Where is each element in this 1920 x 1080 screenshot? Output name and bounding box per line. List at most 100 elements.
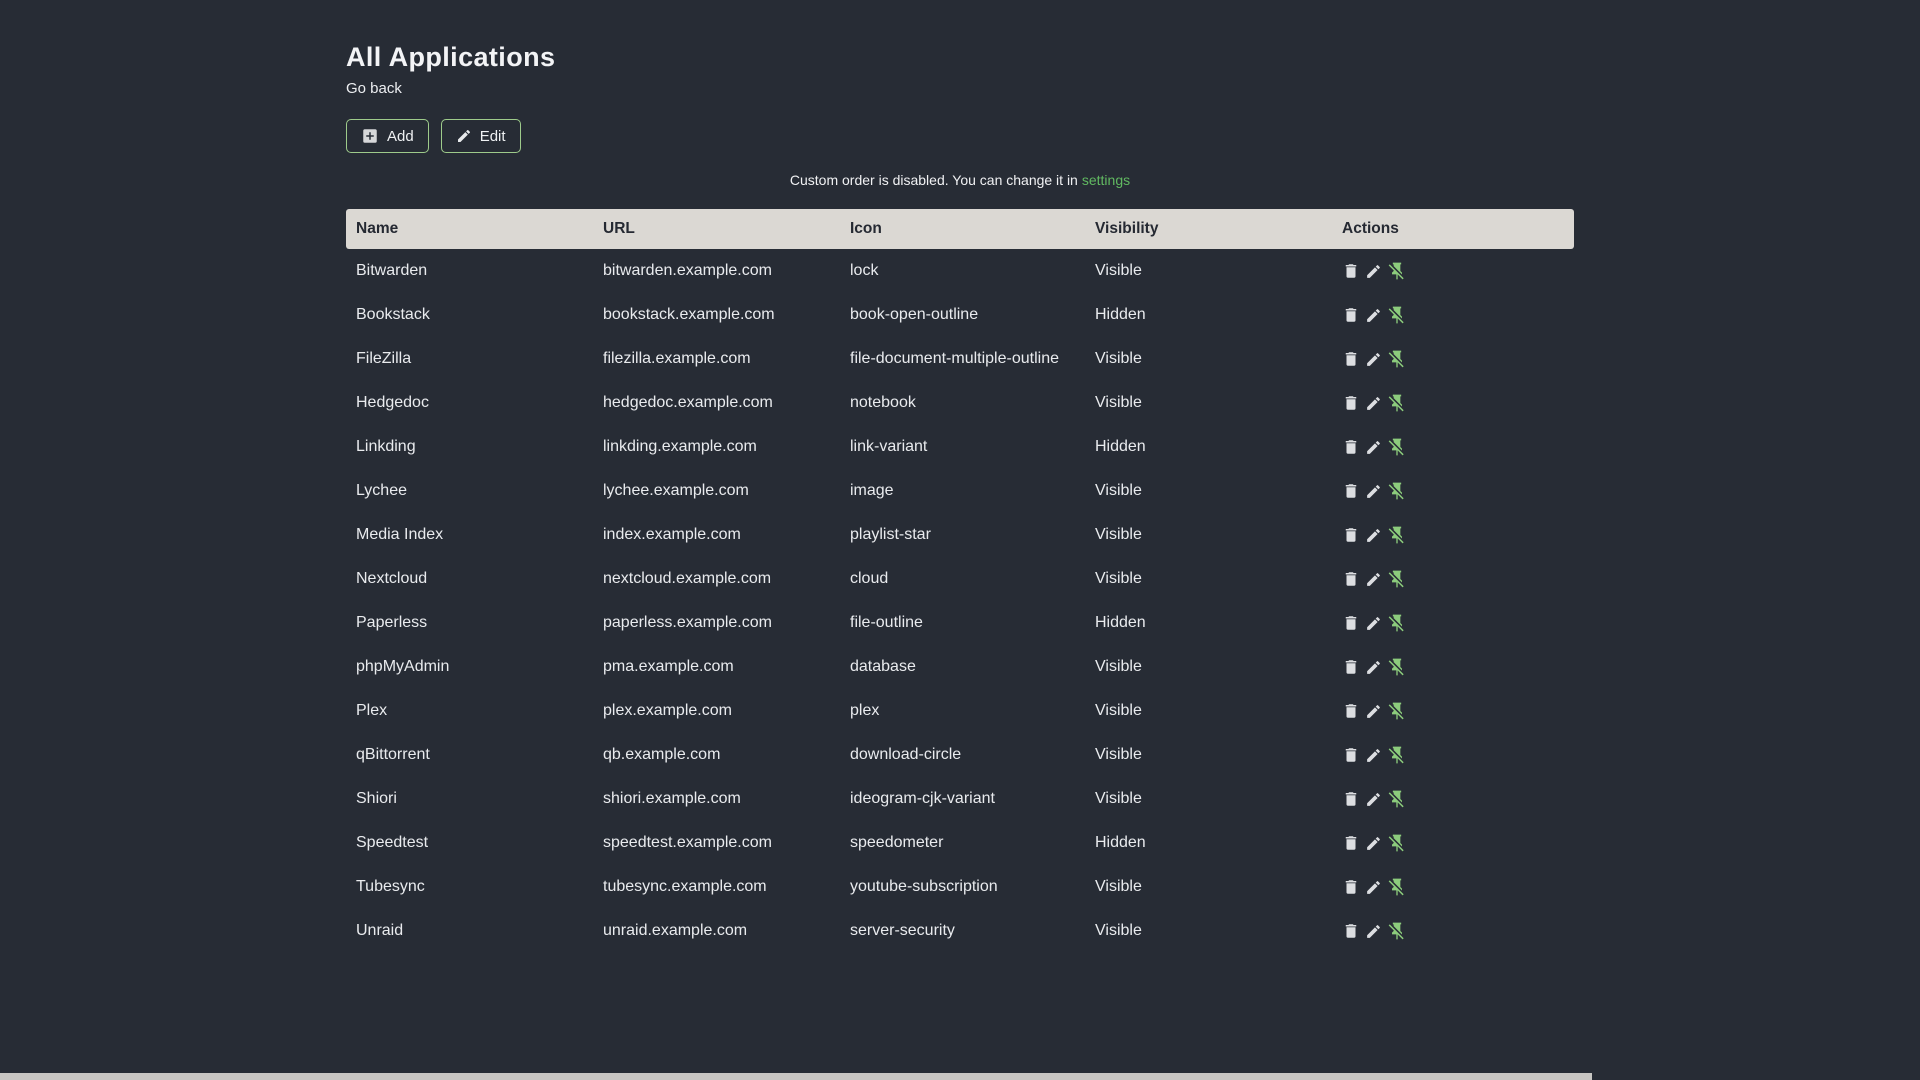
edit-row-button[interactable] [1365, 351, 1382, 368]
settings-link[interactable]: settings [1082, 172, 1130, 188]
app-name-cell: Shiori [356, 790, 397, 807]
unpin-button[interactable] [1387, 921, 1407, 941]
edit-row-button[interactable] [1365, 395, 1382, 412]
delete-button[interactable] [1342, 702, 1360, 720]
unpin-button[interactable] [1387, 481, 1407, 501]
edit-row-button[interactable] [1365, 439, 1382, 456]
edit-row-button[interactable] [1365, 659, 1382, 676]
edit-button-label: Edit [479, 127, 506, 145]
delete-button[interactable] [1342, 350, 1360, 368]
edit-row-button[interactable] [1365, 571, 1382, 588]
app-name-cell: Media Index [356, 526, 444, 543]
trash-icon [1342, 350, 1360, 368]
edit-row-button[interactable] [1365, 527, 1382, 544]
edit-button[interactable]: Edit [440, 119, 521, 153]
app-url-cell: linkding.example.com [603, 438, 757, 455]
pencil-icon [1365, 835, 1382, 852]
pin-off-icon [1387, 833, 1407, 853]
app-url-cell: tubesync.example.com [603, 878, 767, 895]
go-back-link[interactable]: Go back [346, 80, 402, 97]
trash-icon [1342, 394, 1360, 412]
edit-row-button[interactable] [1365, 703, 1382, 720]
app-icon-name-cell: lock [850, 262, 879, 279]
app-name-cell: phpMyAdmin [356, 658, 450, 675]
edit-row-button[interactable] [1365, 747, 1382, 764]
unpin-button[interactable] [1387, 569, 1407, 589]
delete-button[interactable] [1342, 922, 1360, 940]
pencil-icon [1365, 659, 1382, 676]
app-visibility-cell: Visible [1095, 526, 1142, 543]
add-button-label: Add [387, 127, 414, 145]
pin-off-icon [1387, 261, 1407, 281]
pin-off-icon [1387, 393, 1407, 413]
app-url-cell: bookstack.example.com [603, 306, 775, 323]
unpin-button[interactable] [1387, 657, 1407, 677]
unpin-button[interactable] [1387, 701, 1407, 721]
unpin-button[interactable] [1387, 349, 1407, 369]
delete-button[interactable] [1342, 394, 1360, 412]
edit-row-button[interactable] [1365, 483, 1382, 500]
pin-off-icon [1387, 525, 1407, 545]
app-url-cell: plex.example.com [603, 702, 732, 719]
app-name-cell: Unraid [356, 922, 404, 939]
edit-row-button[interactable] [1365, 307, 1382, 324]
delete-button[interactable] [1342, 438, 1360, 456]
unpin-button[interactable] [1387, 789, 1407, 809]
trash-icon [1342, 570, 1360, 588]
delete-button[interactable] [1342, 570, 1360, 588]
pencil-icon [456, 128, 472, 144]
add-button[interactable]: Add [346, 119, 429, 153]
unpin-button[interactable] [1387, 393, 1407, 413]
table-row: Tubesync tubesync.example.com youtube-su… [346, 865, 1574, 909]
app-visibility-cell: Visible [1095, 702, 1142, 719]
edit-row-button[interactable] [1365, 263, 1382, 280]
delete-button[interactable] [1342, 482, 1360, 500]
pencil-icon [1365, 791, 1382, 808]
app-url-cell: nextcloud.example.com [603, 570, 772, 587]
table-header-row: Name URL Icon Visibility Actions [346, 209, 1574, 249]
unpin-button[interactable] [1387, 261, 1407, 281]
table-row: phpMyAdmin pma.example.com database Visi… [346, 645, 1574, 689]
unpin-button[interactable] [1387, 305, 1407, 325]
app-visibility-cell: Hidden [1095, 614, 1146, 631]
pin-off-icon [1387, 481, 1407, 501]
pencil-icon [1365, 923, 1382, 940]
unpin-button[interactable] [1387, 437, 1407, 457]
app-url-cell: index.example.com [603, 526, 741, 543]
unpin-button[interactable] [1387, 525, 1407, 545]
edit-row-button[interactable] [1365, 923, 1382, 940]
unpin-button[interactable] [1387, 745, 1407, 765]
edit-row-button[interactable] [1365, 879, 1382, 896]
delete-button[interactable] [1342, 262, 1360, 280]
pencil-icon [1365, 527, 1382, 544]
app-name-cell: Lychee [356, 482, 407, 499]
app-actions-cell [1332, 601, 1574, 645]
trash-icon [1342, 306, 1360, 324]
app-url-cell: speedtest.example.com [603, 834, 772, 851]
edit-row-button[interactable] [1365, 791, 1382, 808]
custom-order-notice: Custom order is disabled. You can change… [346, 172, 1574, 188]
toolbar: Add Edit [346, 119, 1574, 153]
unpin-button[interactable] [1387, 833, 1407, 853]
edit-row-button[interactable] [1365, 615, 1382, 632]
table-row: Shiori shiori.example.com ideogram-cjk-v… [346, 777, 1574, 821]
pencil-icon [1365, 263, 1382, 280]
delete-button[interactable] [1342, 306, 1360, 324]
pin-off-icon [1387, 613, 1407, 633]
pencil-icon [1365, 439, 1382, 456]
delete-button[interactable] [1342, 834, 1360, 852]
delete-button[interactable] [1342, 878, 1360, 896]
horizontal-scrollbar-thumb[interactable] [0, 1073, 1592, 1080]
table-row: qBittorrent qb.example.com download-circ… [346, 733, 1574, 777]
delete-button[interactable] [1342, 746, 1360, 764]
delete-button[interactable] [1342, 790, 1360, 808]
delete-button[interactable] [1342, 526, 1360, 544]
page-title: All Applications [346, 42, 556, 72]
unpin-button[interactable] [1387, 613, 1407, 633]
delete-button[interactable] [1342, 658, 1360, 676]
pin-off-icon [1387, 921, 1407, 941]
unpin-button[interactable] [1387, 877, 1407, 897]
delete-button[interactable] [1342, 614, 1360, 632]
table-row: Lychee lychee.example.com image Visible [346, 469, 1574, 513]
edit-row-button[interactable] [1365, 835, 1382, 852]
